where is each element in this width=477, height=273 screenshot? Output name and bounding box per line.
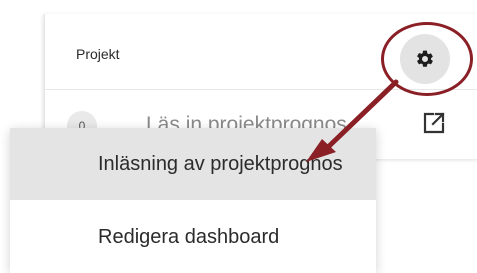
settings-menu: Inläsning av projektprognos Redigera das…: [10, 128, 376, 273]
widget-title: Projekt: [76, 46, 120, 62]
gear-icon: [417, 50, 433, 67]
menu-item-load-project-forecast[interactable]: Inläsning av projektprognos: [10, 128, 376, 200]
external-link-icon[interactable]: [422, 111, 446, 135]
widget-header: Projekt: [45, 14, 477, 96]
menu-item-edit-dashboard[interactable]: Redigera dashboard: [10, 201, 376, 273]
settings-button[interactable]: [400, 34, 450, 84]
screenshot-stage: Projekt 0 Läs in projektprognos Inläsnin…: [0, 0, 477, 273]
